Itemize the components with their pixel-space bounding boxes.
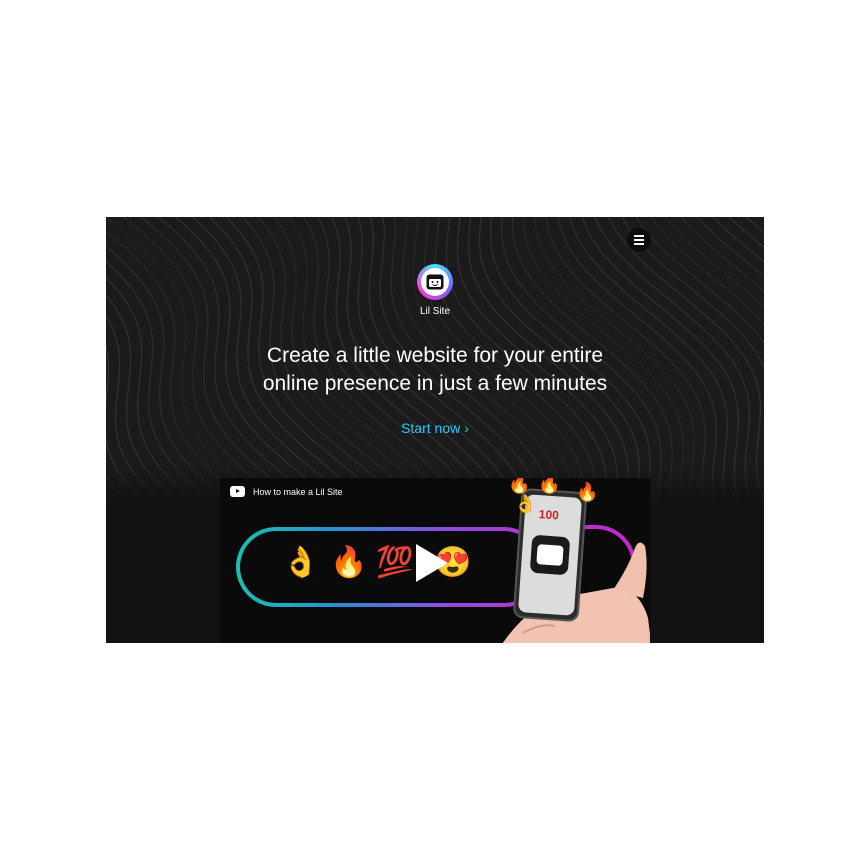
wave-line xyxy=(696,217,764,278)
play-icon[interactable] xyxy=(416,544,448,582)
page-frame: Lil Site Create a little website for you… xyxy=(106,217,764,643)
brand-name: Lil Site xyxy=(419,306,450,317)
logo-inner xyxy=(421,268,449,296)
video-title[interactable]: How to make a Lil Site xyxy=(253,487,343,497)
video-embed[interactable]: How to make a Lil Site 👌 🔥 💯 😍 100 🔥 🔥 🔥… xyxy=(220,478,650,643)
hundred-emoji: 💯 xyxy=(376,546,414,579)
floating-ok-hand-emoji: 👌 xyxy=(514,494,537,514)
hero-section: Lil Site Create a little website for you… xyxy=(106,217,764,503)
lil-site-logo-icon[interactable] xyxy=(417,264,453,300)
wave-line xyxy=(762,217,764,219)
wave-line xyxy=(106,473,129,503)
floating-fire-emoji-2: 🔥 xyxy=(538,478,561,494)
floating-fire-emoji-1: 🔥 xyxy=(508,478,531,494)
video-title-row: How to make a Lil Site xyxy=(230,486,343,497)
headline-line-1: Create a little website for your entire xyxy=(266,344,604,367)
logo-face-icon xyxy=(426,274,444,290)
ok-hand-emoji: 👌 xyxy=(282,546,320,579)
youtube-icon xyxy=(230,486,245,497)
floating-fire-emoji-3: 🔥 xyxy=(576,482,599,502)
phone-hundred-text: 100 xyxy=(538,507,560,523)
wave-line xyxy=(665,217,764,308)
start-now-label: Start now xyxy=(401,420,461,436)
headline-line-2: online presence in just a few minutes xyxy=(262,372,608,395)
start-now-link[interactable]: Start now › xyxy=(385,420,485,436)
menu-button[interactable] xyxy=(627,228,651,252)
phone-app-icon xyxy=(529,534,571,576)
fire-emoji: 🔥 xyxy=(330,546,368,579)
hamburger-menu-icon xyxy=(634,235,644,245)
wave-line xyxy=(106,494,113,503)
phone-app-face xyxy=(536,544,564,566)
hero-headline: Create a little website for your entire … xyxy=(206,342,664,398)
chevron-right-icon: › xyxy=(464,420,469,436)
wave-line xyxy=(106,314,162,503)
